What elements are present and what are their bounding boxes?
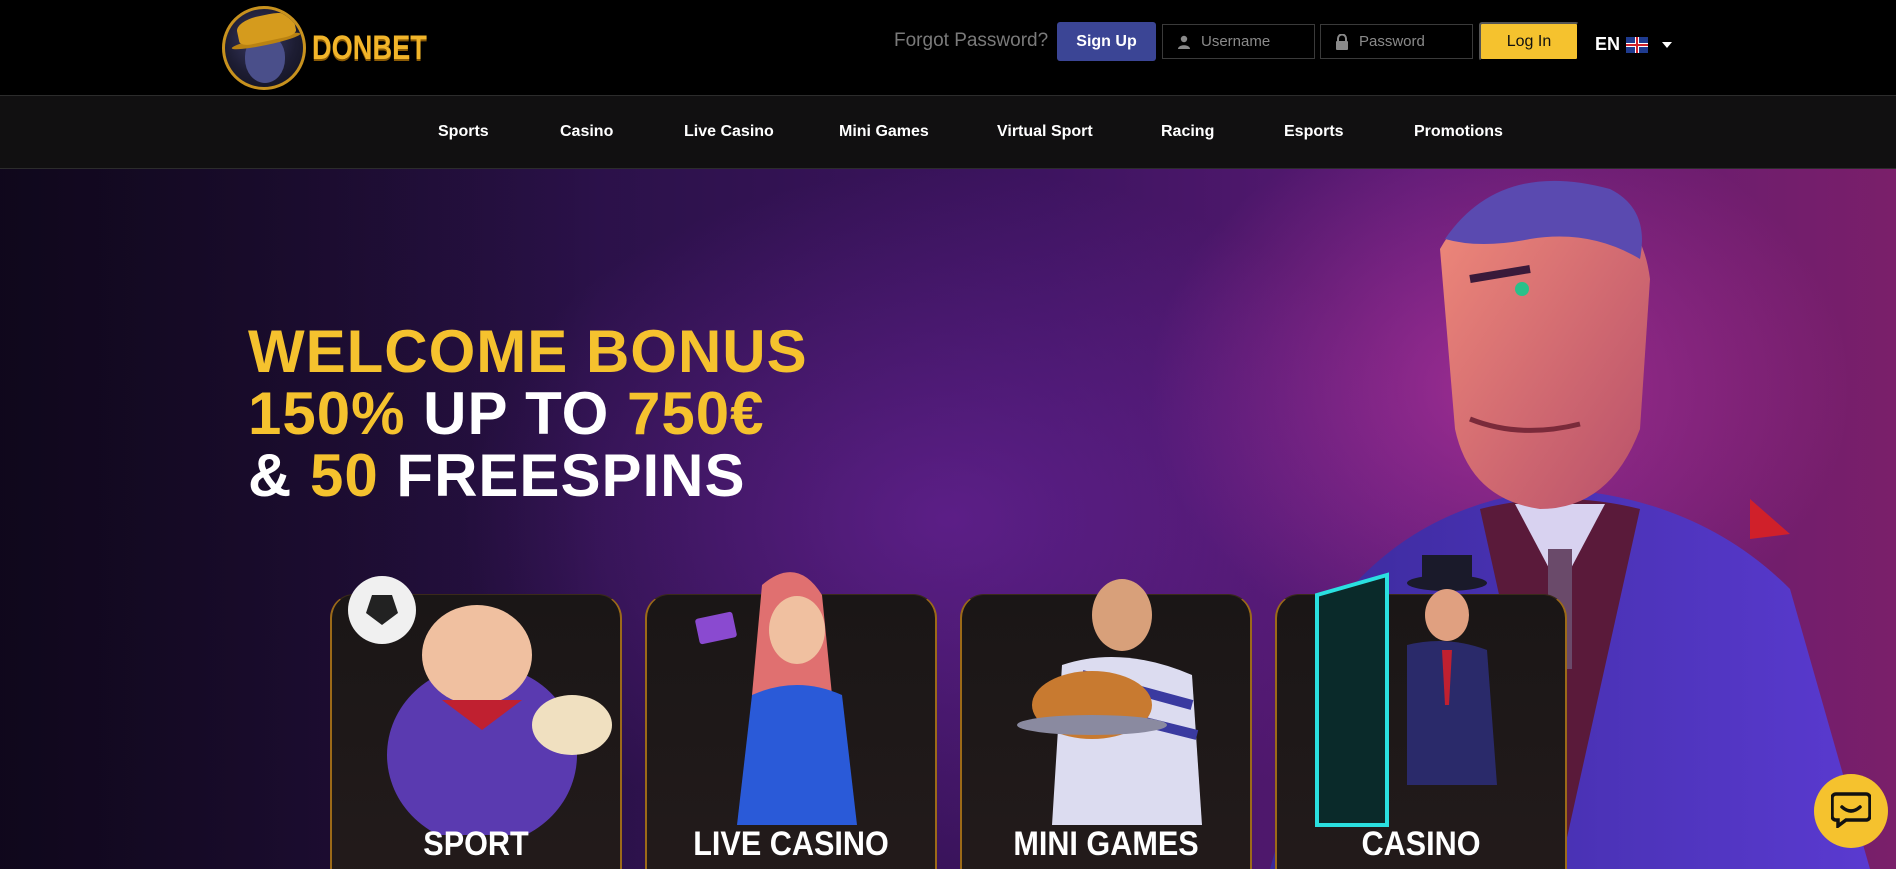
card-label-sport: SPORT [423,825,529,863]
card-label-casino: CASINO [1361,825,1481,863]
nav-item-sports[interactable]: Sports [438,123,489,141]
nav-item-live-casino[interactable]: Live Casino [684,123,774,141]
nav-item-mini-games[interactable]: Mini Games [839,123,929,141]
username-input[interactable] [1201,33,1311,50]
language-selector[interactable]: EN [1595,34,1673,55]
hero-banner[interactable]: WELCOME BONUS 150% UP TO 750€ & 50 FREES… [0,169,1896,869]
card-sport[interactable]: SPORT [330,576,622,869]
sport-mascot-illustration [348,576,612,835]
card-label-live-casino: LIVE CASINO [693,825,889,863]
mini-games-mascot-illustration [1017,579,1202,825]
nav-item-esports[interactable]: Esports [1284,123,1344,141]
main-nav: Sports Casino Live Casino Mini Games Vir… [0,95,1896,169]
chevron-down-icon [1662,41,1673,48]
logo-emblem-icon [222,6,306,90]
username-field[interactable] [1162,24,1315,59]
uk-flag-icon [1626,36,1649,53]
live-casino-mascot-illustration [695,572,857,825]
top-header: DONBET Forgot Password? Sign Up Log In E… [0,0,1896,95]
user-icon [1175,33,1193,51]
password-input[interactable] [1359,33,1469,50]
language-code: EN [1595,34,1621,54]
casino-mascot-illustration [1315,555,1497,827]
headline-line-3: & 50 FREESPINS [248,442,746,509]
card-casino[interactable]: CASINO [1275,555,1567,869]
donbet-logo[interactable]: DONBET [222,6,456,90]
headline-line-1: WELCOME BONUS [248,318,808,385]
nav-item-promotions[interactable]: Promotions [1414,123,1503,141]
live-chat-button[interactable] [1814,774,1888,848]
lock-icon [1333,33,1351,51]
nav-item-racing[interactable]: Racing [1161,123,1214,141]
password-field[interactable] [1320,24,1473,59]
card-live-casino[interactable]: LIVE CASINO [645,572,937,869]
logo-text: DONBET [312,28,427,67]
log-in-button[interactable]: Log In [1479,22,1579,61]
card-label-mini-games: MINI GAMES [1013,825,1199,863]
nav-item-casino[interactable]: Casino [560,123,613,141]
sign-up-button[interactable]: Sign Up [1057,22,1156,61]
nav-item-virtual-sport[interactable]: Virtual Sport [997,123,1093,141]
chat-icon [1830,790,1872,833]
forgot-password-link[interactable]: Forgot Password? [894,30,1048,52]
card-mini-games[interactable]: MINI GAMES [960,579,1252,869]
headline-line-2: 150% UP TO 750€ [248,380,765,447]
welcome-bonus-headline: WELCOME BONUS 150% UP TO 750€ & 50 FREES… [248,321,808,507]
